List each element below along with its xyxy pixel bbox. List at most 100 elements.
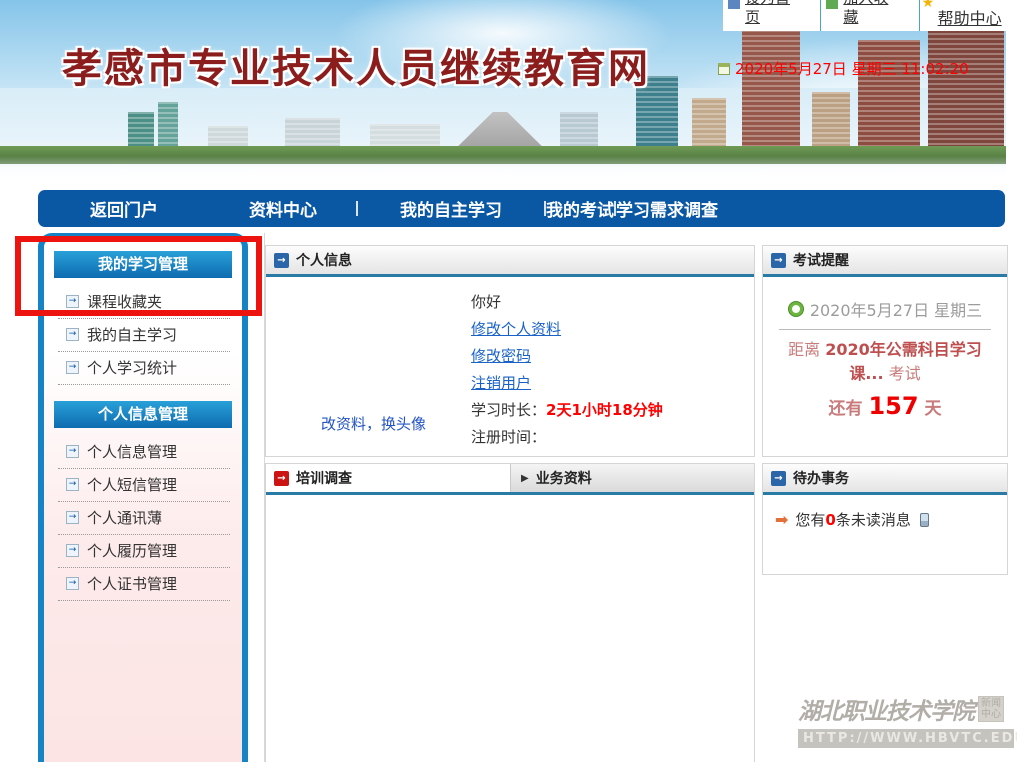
watermark-college-name: 湖北职业技术学院 xyxy=(798,692,974,726)
todo-title: 待办事务 xyxy=(793,468,849,488)
exam-countdown-text: 距离 2020年公需科目学习课... 考试 xyxy=(779,338,991,386)
badge-line2: 中心 xyxy=(981,709,1001,720)
todo-header: → 待办事务 xyxy=(763,464,1007,495)
sidebar: 我的学习管理 → 课程收藏夹 → 我的自主学习 → 个人学习统计 个人信息管理 … xyxy=(38,233,248,762)
sidebar-item-label: 个人信息管理 xyxy=(87,441,177,462)
quicklink-label[interactable]: 加入收藏 xyxy=(843,0,891,27)
sidebar-item-course-favorites[interactable]: → 课程收藏夹 xyxy=(58,286,230,319)
exam-reminder-panel: → 考试提醒 2020年5月27日 星期三 距离 2020年公需科目学习课...… xyxy=(762,245,1008,457)
calendar-icon xyxy=(718,63,730,75)
watermark: 湖北职业技术学院 新闻 中心 HTTP://WWW.HBVTC.EDU.CN xyxy=(798,692,1014,748)
todo-panel: → 待办事务 ➡ 您有0条未读消息 xyxy=(762,463,1008,575)
quicklinks-bar: 设为首页 加入收藏 ★ 帮助中心 xyxy=(723,0,1017,31)
quicklink-add-favorites[interactable]: 加入收藏 xyxy=(821,0,918,31)
sidebar-item-label: 课程收藏夹 xyxy=(87,291,162,312)
watermark-news-badge: 新闻 中心 xyxy=(978,696,1004,722)
tab-bar: → 培训调查 ▶ 业务资料 xyxy=(266,464,754,495)
exam-reminder-header: → 考试提醒 xyxy=(763,246,1007,277)
help-star-icon: ★ xyxy=(922,0,935,11)
watermark-name-row: 湖北职业技术学院 新闻 中心 xyxy=(798,692,1014,726)
nav-item-resource-center[interactable]: 资料中心 xyxy=(210,196,356,221)
exam-reminder-body: 2020年5月27日 星期三 距离 2020年公需科目学习课... 考试 还有 … xyxy=(763,297,1007,420)
tab-label: 业务资料 xyxy=(536,468,592,488)
sidebar-item-label: 个人短信管理 xyxy=(87,474,177,495)
sidebar-list: → 个人信息管理 → 个人短信管理 → 个人通讯薄 → 个人履历管理 → 个人证… xyxy=(44,436,242,601)
exam-date-text: 2020年5月27日 星期三 xyxy=(810,297,982,321)
arrow-box-icon: → xyxy=(66,328,79,341)
panel-arrow-icon: → xyxy=(274,253,289,268)
quicklink-label[interactable]: 设为首页 xyxy=(745,0,793,27)
arrow-box-icon: → xyxy=(66,295,79,308)
quicklink-label[interactable]: 帮助中心 xyxy=(938,9,1002,28)
change-password-link[interactable]: 修改密码 xyxy=(471,347,531,365)
watermark-url: HTTP://WWW.HBVTC.EDU.CN xyxy=(798,729,1014,748)
study-time-line: 学习时长：2天1小时18分钟 xyxy=(471,397,663,424)
panel-arrow-icon: → xyxy=(771,471,786,486)
panel-arrow-icon-red: → xyxy=(274,471,289,486)
register-time-line: 注册时间： xyxy=(471,424,663,451)
remain-suffix: 天 xyxy=(919,399,942,419)
nav-item-my-exam[interactable]: 我的考试 xyxy=(546,196,614,221)
tab-label: 培训调查 xyxy=(296,468,352,488)
sidebar-item-label: 个人学习统计 xyxy=(87,357,177,378)
exam-reminder-title: 考试提醒 xyxy=(793,250,849,270)
logout-link[interactable]: 注销用户 xyxy=(471,374,531,392)
unread-text: 您有0条未读消息 xyxy=(795,509,910,530)
sidebar-item-sms[interactable]: → 个人短信管理 xyxy=(58,469,230,502)
quicklink-help-center[interactable]: ★ 帮助中心 xyxy=(920,0,1017,31)
home-icon xyxy=(728,0,740,9)
sidebar-item-self-study[interactable]: → 我的自主学习 xyxy=(58,319,230,352)
personal-info-title: 个人信息 xyxy=(296,250,352,270)
unread-count: 0 xyxy=(825,511,835,529)
triangle-icon: ▶ xyxy=(521,473,529,484)
phone-icon xyxy=(920,513,929,527)
datetime-text: 2020年5月27日 星期三 11:02:20 xyxy=(735,58,969,79)
panel-arrow-icon: → xyxy=(771,253,786,268)
study-time-label: 学习时长： xyxy=(471,401,546,419)
sidebar-section-personal-info: 个人信息管理 xyxy=(54,401,232,428)
edit-profile-link[interactable]: 修改个人资料 xyxy=(471,320,561,338)
sidebar-item-label: 个人履历管理 xyxy=(87,540,177,561)
sidebar-item-label: 个人通讯薄 xyxy=(87,507,162,528)
quicklink-set-homepage[interactable]: 设为首页 xyxy=(723,0,820,31)
countdown-prefix: 距离 xyxy=(788,340,825,359)
orange-arrow-icon: ➡ xyxy=(775,510,788,529)
change-avatar-link[interactable]: 改资料，换头像 xyxy=(321,413,426,434)
banner-fade xyxy=(0,156,1006,185)
sidebar-item-certificates[interactable]: → 个人证书管理 xyxy=(58,568,230,601)
greeting-text: 你好 xyxy=(471,289,663,316)
unread-messages-row[interactable]: ➡ 您有0条未读消息 xyxy=(775,509,1007,530)
study-time-value: 2天1小时18分钟 xyxy=(546,401,663,419)
alarm-clock-icon xyxy=(788,301,804,317)
building-tower xyxy=(928,28,1004,162)
personal-info-list: 你好 修改个人资料 修改密码 注销用户 学习时长：2天1小时18分钟 注册时间： xyxy=(471,289,663,451)
arrow-box-icon: → xyxy=(66,361,79,374)
arrow-box-icon: → xyxy=(66,445,79,458)
exam-remaining-row: 还有 157 天 xyxy=(763,392,1007,420)
countdown-suffix: 考试 xyxy=(884,364,921,383)
remain-prefix: 还有 xyxy=(829,399,869,419)
unread-prefix: 您有 xyxy=(795,511,825,529)
nav-item-learning-survey[interactable]: 学习需求调查 xyxy=(616,196,718,221)
sidebar-section-my-learning: 我的学习管理 xyxy=(54,251,232,278)
personal-info-header: → 个人信息 xyxy=(266,246,754,277)
building-tower xyxy=(742,30,800,162)
datetime-row: 2020年5月27日 星期三 11:02:20 xyxy=(718,58,969,79)
arrow-box-icon: → xyxy=(66,511,79,524)
unread-suffix: 条未读消息 xyxy=(836,511,911,529)
tab-business-materials[interactable]: ▶ 业务资料 xyxy=(510,464,754,492)
page: 孝感市专业技术人员继续教育网 2020年5月27日 星期三 11:02:20 设… xyxy=(0,0,1017,762)
sidebar-item-contacts[interactable]: → 个人通讯薄 xyxy=(58,502,230,535)
main-nav: 返回门户 资料中心 我的自主学习 我的考试 学习需求调查 xyxy=(38,190,1005,227)
exam-date-row: 2020年5月27日 星期三 xyxy=(763,297,1007,321)
remain-days-value: 157 xyxy=(868,392,918,420)
nav-item-self-study[interactable]: 我的自主学习 xyxy=(358,196,544,221)
exam-divider xyxy=(779,329,991,330)
sidebar-item-resume[interactable]: → 个人履历管理 xyxy=(58,535,230,568)
tab-training-survey[interactable]: → 培训调查 xyxy=(266,464,510,492)
nav-item-portal[interactable]: 返回门户 xyxy=(38,196,210,221)
personal-info-panel: → 个人信息 改资料，换头像 你好 修改个人资料 修改密码 注销用户 学习时长：… xyxy=(265,245,755,457)
sidebar-item-study-stats[interactable]: → 个人学习统计 xyxy=(58,352,230,385)
sidebar-item-personal-info[interactable]: → 个人信息管理 xyxy=(58,436,230,469)
sidebar-item-label: 个人证书管理 xyxy=(87,573,177,594)
